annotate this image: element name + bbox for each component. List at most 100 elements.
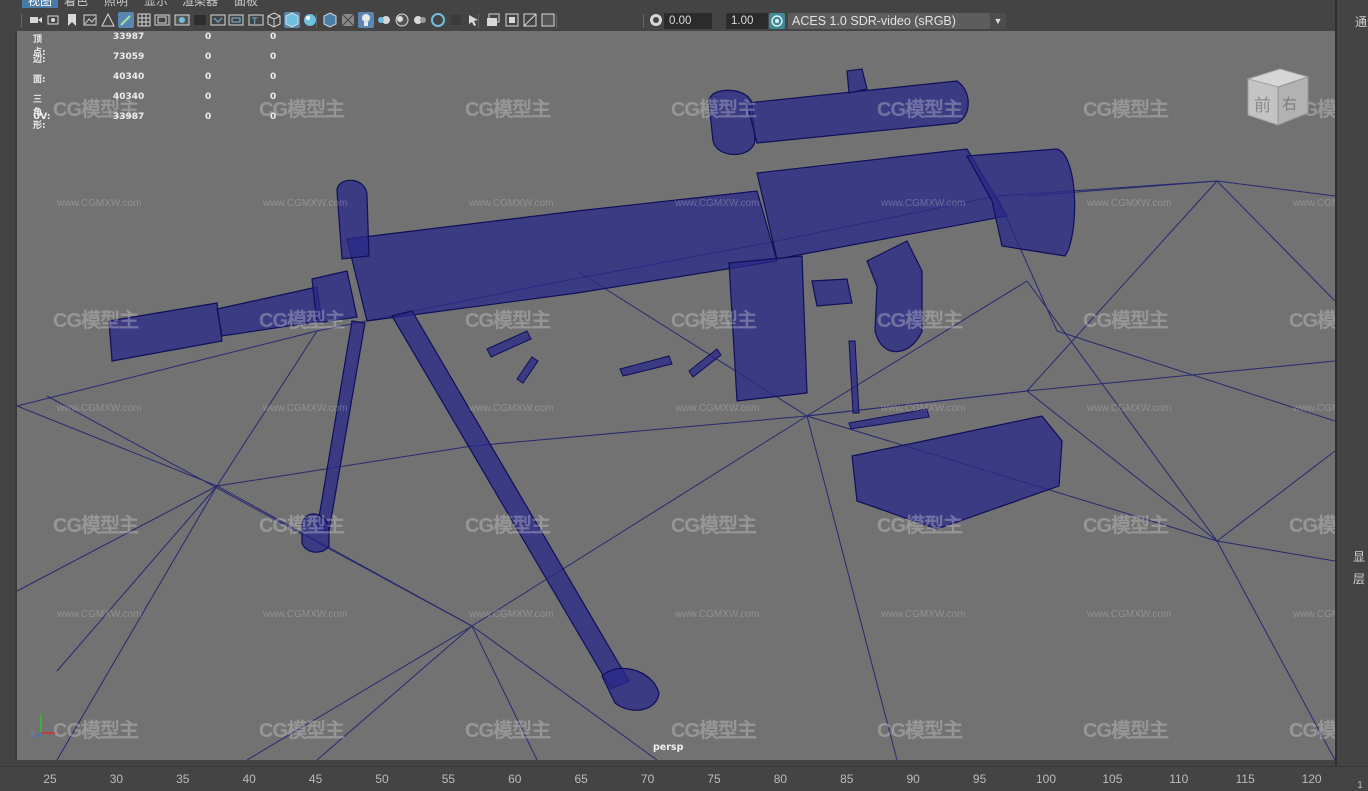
axis-z-label: z — [31, 730, 34, 737]
hud-value: 33987 — [113, 112, 145, 122]
menu-item-3[interactable]: 显示 — [138, 0, 174, 8]
channel-box-title[interactable]: 通道 — [1355, 13, 1368, 30]
toolbar-separator — [21, 14, 22, 28]
hud-value: 73059 — [113, 52, 145, 62]
watermark-logo: CG模型主 — [259, 515, 345, 537]
chevron-down-icon: ▼ — [990, 13, 1006, 29]
watermark-logo: CG模型主 — [671, 99, 757, 121]
camera-name-label: persp — [653, 742, 684, 753]
gamma-icon[interactable] — [648, 12, 664, 28]
exposure-icon[interactable] — [540, 12, 556, 28]
xray-icon[interactable] — [340, 12, 356, 28]
grease-pencil-icon[interactable] — [118, 12, 134, 28]
hud-value: 33987 — [113, 32, 145, 42]
use-all-lights-icon[interactable] — [358, 12, 374, 28]
bookmark-icon[interactable] — [64, 12, 80, 28]
timeline-tick-label: 85 — [840, 772, 854, 786]
menu-item-2[interactable]: 照明 — [98, 0, 134, 8]
menu-item-0[interactable]: 视图 — [22, 0, 59, 8]
watermark-url: www.CGMXW.com — [1293, 609, 1335, 620]
hud-value: 0 — [205, 52, 212, 62]
watermark-logo: CG模型主 — [465, 310, 551, 332]
color-space-dropdown[interactable]: ACES 1.0 SDR-video (sRGB) ▼ — [788, 13, 1006, 29]
isolate-select-icon[interactable] — [466, 12, 482, 28]
axis-indicator: y z — [29, 711, 59, 745]
xray-joints-icon[interactable] — [486, 12, 502, 28]
watermark-url: www.CGMXW.com — [469, 198, 554, 209]
timeline-tick-label: 95 — [972, 772, 987, 786]
image-plane-icon[interactable] — [82, 12, 98, 28]
hud-value: 0 — [270, 112, 277, 122]
gamma-field[interactable]: 1.00 — [726, 13, 768, 29]
timeline-tick-label: 100 — [1035, 772, 1057, 786]
xray-active-icon[interactable] — [504, 12, 520, 28]
safe-action-icon[interactable] — [228, 12, 244, 28]
exposure-field[interactable]: 0.00 — [664, 13, 712, 29]
shadows-icon[interactable] — [376, 12, 392, 28]
hud-value: 0 — [205, 92, 212, 102]
resolution-gate-icon[interactable] — [174, 12, 190, 28]
watermark-logo: CG模型主 — [671, 310, 757, 332]
watermark-url: www.CGMXW.com — [1293, 403, 1335, 414]
watermark-logo: CG模型主 — [671, 720, 757, 742]
3d-viewport[interactable]: CG模型主 CG模型主 CG模型主 CG模型主 CG模型主 CG模型主 CG模型主 CG模型主… — [15, 31, 1335, 760]
toolbar-separator — [556, 14, 557, 28]
watermark-logo: CG模型主 — [53, 310, 139, 332]
safe-title-icon[interactable]: T — [248, 12, 264, 28]
hud-value: 0 — [205, 112, 212, 122]
watermark-url: www.CGMXW.com — [263, 403, 348, 414]
watermark-logo: CG模型主 — [1083, 515, 1169, 537]
watermark-url: www.CGMXW.com — [1087, 609, 1172, 620]
watermark-logo: CG模型主 — [877, 310, 963, 332]
grid-2d-icon[interactable] — [100, 12, 116, 28]
rifle-wireframe — [108, 68, 1076, 530]
menu-item-5[interactable]: 面板 — [228, 0, 264, 8]
watermark-url: www.CGMXW.com — [263, 198, 348, 209]
scene-canvas[interactable] — [17, 31, 1335, 760]
svg-text:T: T — [251, 17, 258, 27]
depth-of-field-icon[interactable] — [448, 12, 464, 28]
hud-label: 边: — [33, 55, 46, 65]
watermark-url: www.CGMXW.com — [1087, 403, 1172, 414]
axis-y-label: y — [39, 711, 43, 718]
menu-item-1[interactable]: 着色 — [58, 0, 94, 8]
screen-space-ao-icon[interactable] — [394, 12, 410, 28]
watermark-url: www.CGMXW.com — [57, 198, 142, 209]
hud-value: 0 — [205, 72, 212, 82]
watermark-url: www.CGMXW.com — [469, 609, 554, 620]
menu-item-4[interactable]: 渲染器 — [176, 0, 224, 8]
timeline-tick-label: 30 — [109, 772, 124, 786]
gate-mask-icon[interactable] — [192, 12, 208, 28]
field-chart-icon[interactable] — [210, 12, 226, 28]
watermark-logo: CG模型主 — [465, 515, 551, 537]
timeline-tick-label: 120 — [1301, 772, 1322, 786]
view-cube[interactable]: 前 右 — [1242, 61, 1312, 135]
motion-blur-icon[interactable] — [412, 12, 428, 28]
wireframe-icon[interactable] — [266, 12, 282, 28]
display-tab-label[interactable]: 显 — [1353, 548, 1365, 565]
timeline-tick-label: 60 — [508, 772, 522, 786]
anti-aliasing-icon[interactable] — [430, 12, 446, 28]
timeline-tick-label: 115 — [1235, 772, 1255, 786]
timeline-tick-label: 70 — [640, 772, 655, 786]
camera-select-icon[interactable] — [28, 12, 44, 28]
wireframe-on-shaded-icon[interactable] — [322, 12, 338, 28]
viewcube-right-label: 右 — [1282, 95, 1297, 113]
watermark-logo: CG模型主 — [1083, 99, 1169, 121]
layer-tab-label[interactable]: 层 — [1353, 570, 1365, 587]
color-management-icon[interactable] — [769, 13, 785, 29]
backface-culling-icon[interactable] — [522, 12, 538, 28]
camera-attributes-icon[interactable] — [46, 12, 62, 28]
watermark-logo: CG模型主 — [671, 515, 757, 537]
grid-icon[interactable] — [136, 12, 152, 28]
smooth-shade-icon[interactable] — [284, 12, 300, 28]
watermark-logo: CG模型主 — [53, 720, 139, 742]
watermark-url: www.CGMXW.com — [881, 403, 966, 414]
time-slider[interactable]: 25 30 35 40 45 50 55 60 65 70 75 80 85 90 95 100 105 110 1… — [0, 766, 1368, 791]
watermark-url: www.CGMXW.com — [1087, 198, 1172, 209]
film-gate-icon[interactable] — [154, 12, 170, 28]
color-space-label: ACES 1.0 SDR-video (sRGB) — [792, 14, 956, 28]
watermark-url: www.CGMXW.com — [57, 403, 142, 414]
use-default-material-icon[interactable] — [302, 12, 318, 28]
watermark-logo: CG模型主 — [1289, 310, 1335, 332]
